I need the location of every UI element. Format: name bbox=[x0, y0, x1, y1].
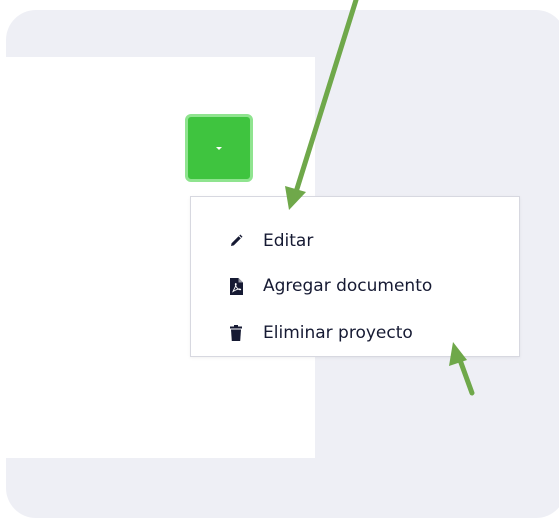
pencil-icon bbox=[229, 232, 243, 250]
menu-item-eliminar-proyecto[interactable]: Eliminar proyecto bbox=[191, 313, 519, 353]
pdf-file-icon bbox=[229, 277, 243, 295]
menu-item-label: Editar bbox=[263, 231, 314, 251]
caret-down-icon bbox=[216, 147, 222, 150]
menu-item-agregar-documento[interactable]: Agregar documento bbox=[191, 266, 519, 306]
app-background: Editar Agregar documento Eliminar proyec… bbox=[6, 10, 559, 518]
menu-item-label: Eliminar proyecto bbox=[263, 323, 413, 343]
menu-item-label: Agregar documento bbox=[263, 276, 433, 296]
trash-icon bbox=[229, 324, 243, 342]
menu-item-editar[interactable]: Editar bbox=[191, 221, 519, 261]
actions-dropdown-menu: Editar Agregar documento Eliminar proyec… bbox=[190, 196, 520, 357]
actions-dropdown-button[interactable] bbox=[185, 114, 253, 182]
